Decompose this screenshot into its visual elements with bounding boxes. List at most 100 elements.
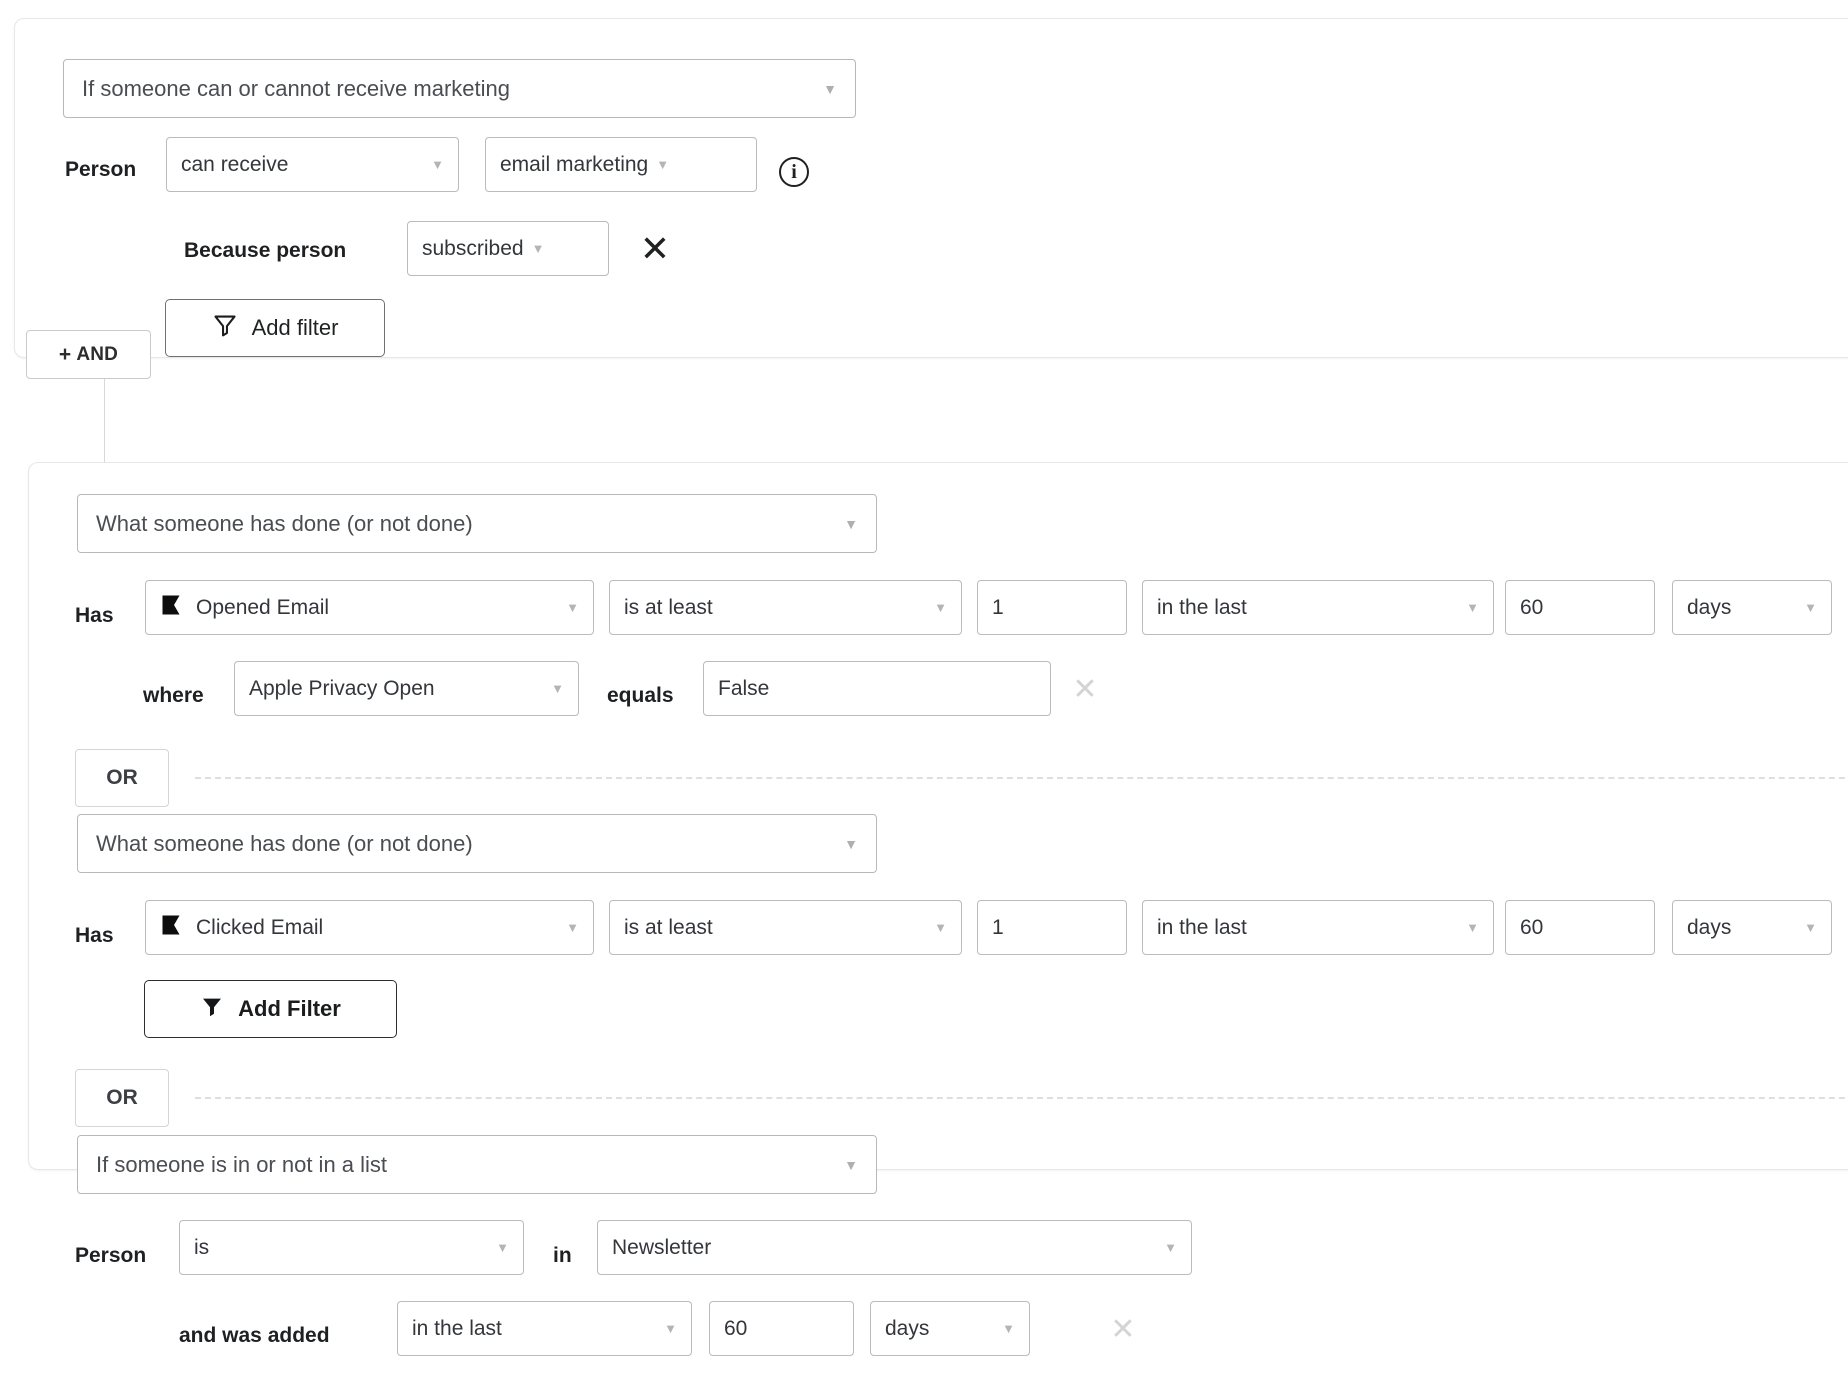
chevron-down-icon: ▼ <box>1456 601 1479 614</box>
chevron-down-icon: ▼ <box>654 1322 677 1335</box>
chevron-down-icon: ▼ <box>556 921 579 934</box>
timeframe-select-opened[interactable]: in the last ▼ <box>1142 580 1494 635</box>
and-button-label: AND <box>76 344 118 366</box>
added-unit-select[interactable]: days ▼ <box>870 1301 1030 1356</box>
in-label-list: in <box>553 1245 572 1266</box>
condition-type-value: If someone is in or not in a list <box>96 1152 387 1178</box>
count-value-clicked: 1 <box>992 916 1004 940</box>
filter-value-input-opened[interactable]: False <box>703 661 1051 716</box>
chevron-down-icon: ▼ <box>556 601 579 614</box>
has-label-opened: Has <box>75 605 114 626</box>
duration-value-opened: 60 <box>1520 596 1543 620</box>
chevron-down-icon: ▼ <box>486 1241 509 1254</box>
duration-input-clicked[interactable]: 60 <box>1505 900 1655 955</box>
condition-type-select-list[interactable]: If someone is in or not in a list ▼ <box>77 1135 877 1194</box>
chevron-down-icon: ▼ <box>541 682 564 695</box>
unit-select-opened[interactable]: days ▼ <box>1672 580 1832 635</box>
list-name-select[interactable]: Newsletter ▼ <box>597 1220 1192 1275</box>
close-glyph: ✕ <box>640 231 670 267</box>
klaviyo-flag-icon <box>160 914 182 942</box>
count-input-clicked[interactable]: 1 <box>977 900 1127 955</box>
count-input-opened[interactable]: 1 <box>977 580 1127 635</box>
operator-value-opened: is at least <box>624 596 713 620</box>
unit-value-opened: days <box>1687 596 1731 620</box>
condition-type-select-marketing[interactable]: If someone can or cannot receive marketi… <box>63 59 856 118</box>
or-chip-1[interactable]: OR <box>75 749 169 807</box>
remove-because-condition-icon[interactable]: ✕ <box>637 231 673 267</box>
plus-icon: + <box>59 344 71 365</box>
added-timeframe-value: in the last <box>412 1317 502 1341</box>
or-chip-2[interactable]: OR <box>75 1069 169 1127</box>
filter-property-select-opened[interactable]: Apple Privacy Open ▼ <box>234 661 579 716</box>
chevron-down-icon: ▼ <box>1794 601 1817 614</box>
or-separator-2: OR <box>75 1069 1848 1127</box>
condition-type-select-opened[interactable]: What someone has done (or not done) ▼ <box>77 494 877 553</box>
equals-label-opened: equals <box>607 685 674 706</box>
duration-input-opened[interactable]: 60 <box>1505 580 1655 635</box>
chevron-down-icon: ▼ <box>532 242 545 255</box>
klaviyo-flag-icon <box>160 594 182 622</box>
close-glyph: ✕ <box>1110 1315 1135 1345</box>
where-label-opened: where <box>143 685 204 706</box>
because-person-label: Because person <box>184 240 346 261</box>
add-and-condition-button[interactable]: + AND <box>26 330 151 379</box>
or-label: OR <box>106 1086 138 1110</box>
added-unit-value: days <box>885 1317 929 1341</box>
metric-value-clicked: Clicked Email <box>196 916 323 940</box>
group-connector-bottom <box>104 378 105 468</box>
metric-select-opened[interactable]: Opened Email ▼ <box>145 580 594 635</box>
info-glyph: i <box>791 161 797 184</box>
filter-funnel-icon <box>200 994 224 1024</box>
info-icon[interactable]: i <box>779 157 809 187</box>
chevron-down-icon: ▼ <box>834 837 858 851</box>
or-divider-line-2 <box>195 1097 1848 1099</box>
chevron-down-icon: ▼ <box>1456 921 1479 934</box>
condition-type-select-clicked[interactable]: What someone has done (or not done) ▼ <box>77 814 877 873</box>
chevron-down-icon: ▼ <box>992 1322 1015 1335</box>
add-filter-button-clicked[interactable]: Add Filter <box>144 980 397 1038</box>
add-filter-label: Add Filter <box>238 996 341 1022</box>
added-duration-value: 60 <box>724 1317 747 1341</box>
filter-value-opened: False <box>718 677 769 701</box>
close-glyph: ✕ <box>1072 675 1097 705</box>
metric-select-clicked[interactable]: Clicked Email ▼ <box>145 900 594 955</box>
condition-type-value: What someone has done (or not done) <box>96 831 473 857</box>
and-was-added-label: and was added <box>179 1325 330 1346</box>
receive-ability-value: can receive <box>181 153 288 177</box>
chevron-down-icon: ▼ <box>834 1158 858 1172</box>
add-filter-label: Add filter <box>252 315 339 341</box>
because-reason-value: subscribed <box>422 237 524 261</box>
condition-type-value: What someone has done (or not done) <box>96 511 473 537</box>
chevron-down-icon: ▼ <box>421 158 444 171</box>
remove-filter-icon-opened[interactable]: ✕ <box>1069 674 1101 706</box>
timeframe-select-clicked[interactable]: in the last ▼ <box>1142 900 1494 955</box>
receive-ability-select[interactable]: can receive ▼ <box>166 137 459 192</box>
count-value-opened: 1 <box>992 596 1004 620</box>
unit-select-clicked[interactable]: days ▼ <box>1672 900 1832 955</box>
person-label: Person <box>65 159 136 180</box>
marketing-channel-select[interactable]: email marketing ▼ <box>485 137 757 192</box>
metric-value-opened: Opened Email <box>196 596 329 620</box>
or-divider-line-1 <box>195 777 1848 779</box>
remove-added-condition-icon[interactable]: ✕ <box>1107 1314 1139 1346</box>
operator-value-clicked: is at least <box>624 916 713 940</box>
chevron-down-icon: ▼ <box>813 82 837 96</box>
added-duration-input[interactable]: 60 <box>709 1301 854 1356</box>
marketing-condition-card: If someone can or cannot receive marketi… <box>14 18 1848 358</box>
behavior-condition-card: What someone has done (or not done) ▼ Ha… <box>28 462 1848 1170</box>
list-membership-value: is <box>194 1236 209 1260</box>
operator-select-opened[interactable]: is at least ▼ <box>609 580 962 635</box>
added-timeframe-select[interactable]: in the last ▼ <box>397 1301 692 1356</box>
operator-select-clicked[interactable]: is at least ▼ <box>609 900 962 955</box>
add-filter-button-marketing[interactable]: Add filter <box>165 299 385 357</box>
filter-property-value: Apple Privacy Open <box>249 677 435 701</box>
marketing-channel-value: email marketing <box>500 153 648 177</box>
chevron-down-icon: ▼ <box>1794 921 1817 934</box>
chevron-down-icon: ▼ <box>834 517 858 531</box>
because-reason-select[interactable]: subscribed ▼ <box>407 221 609 276</box>
list-membership-select[interactable]: is ▼ <box>179 1220 524 1275</box>
timeframe-value-clicked: in the last <box>1157 916 1247 940</box>
filter-funnel-icon <box>212 312 238 344</box>
chevron-down-icon: ▼ <box>924 601 947 614</box>
list-name-value: Newsletter <box>612 1236 711 1260</box>
